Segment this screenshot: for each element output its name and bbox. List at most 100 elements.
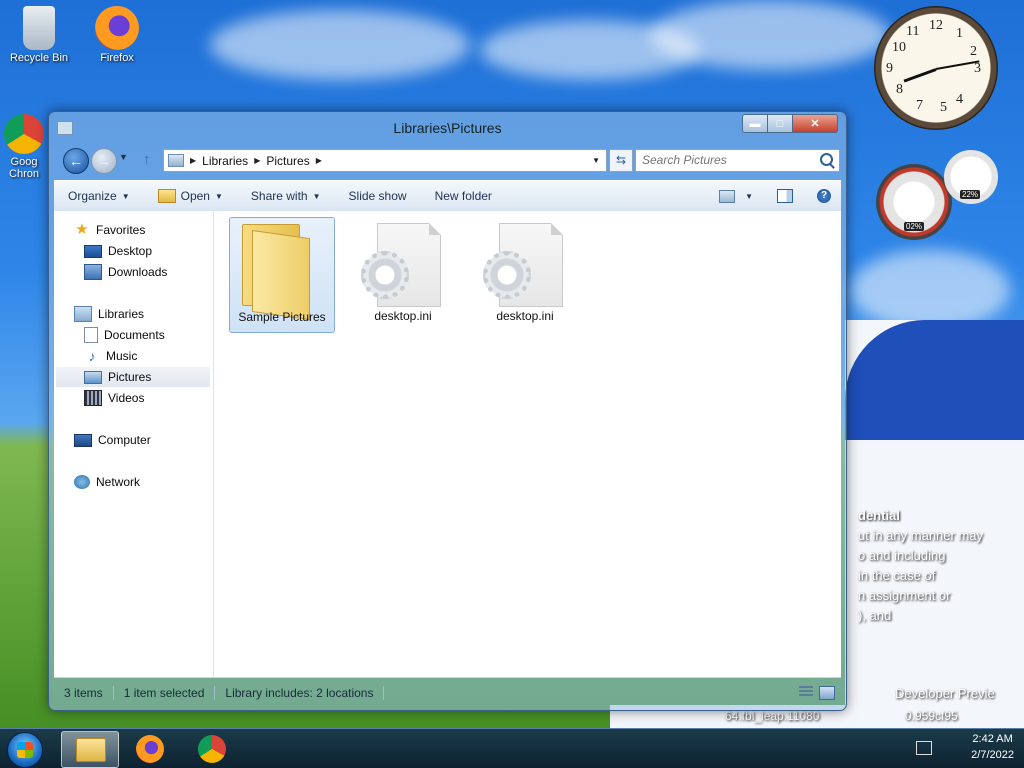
clock-number: 10 bbox=[892, 40, 906, 55]
clock-number: 7 bbox=[916, 98, 923, 113]
network-tray-icon[interactable] bbox=[916, 741, 932, 755]
desktop-icon-chrome[interactable]: Goog Chron bbox=[2, 114, 46, 180]
details-view-icon[interactable] bbox=[799, 686, 813, 698]
maximize-button[interactable]: □ bbox=[768, 114, 793, 133]
view-options-chevron-icon[interactable]: ▼ bbox=[745, 192, 753, 201]
file-item-sample-pictures[interactable]: Sample Pictures bbox=[229, 217, 335, 333]
system-clock[interactable]: 2:42 AM 2/7/2022 bbox=[971, 731, 1014, 763]
nav-item-downloads[interactable]: Downloads bbox=[84, 262, 167, 282]
nav-item-computer[interactable]: Computer bbox=[74, 430, 151, 450]
clock-gadget[interactable]: 12 1 2 3 4 5 6 7 8 9 10 11 bbox=[874, 6, 998, 130]
change-view-icon[interactable] bbox=[719, 189, 736, 203]
nav-item-network[interactable]: Network bbox=[74, 472, 140, 492]
folder-icon bbox=[76, 738, 106, 762]
build-watermark-line: 64.fbl_leap.11080 bbox=[725, 709, 820, 723]
libraries-icon bbox=[74, 306, 92, 322]
watermark-text: dential ut in any manner may o and inclu… bbox=[858, 506, 983, 626]
clock-number: 2 bbox=[970, 44, 977, 59]
desktop-icon-label: Firefox bbox=[100, 52, 134, 64]
breadcrumb-separator-icon[interactable]: ▶ bbox=[316, 156, 322, 165]
breadcrumb-pictures[interactable]: Pictures ▶ bbox=[266, 154, 322, 168]
taskbar-chrome[interactable] bbox=[184, 731, 240, 766]
nav-label: Downloads bbox=[108, 265, 168, 279]
cloud bbox=[210, 10, 470, 80]
breadcrumb-libraries[interactable]: Libraries ▶ bbox=[202, 154, 260, 168]
clock-number: 1 bbox=[956, 26, 963, 41]
organize-label: Organize bbox=[68, 189, 117, 203]
window-title: Libraries\Pictures bbox=[393, 120, 502, 136]
chevron-down-icon: ▼ bbox=[121, 191, 130, 201]
file-name: desktop.ini bbox=[496, 309, 554, 323]
new-folder-button[interactable]: New folder bbox=[421, 189, 506, 203]
file-item-desktop-ini[interactable]: desktop.ini bbox=[473, 217, 577, 331]
chevron-down-icon: ▼ bbox=[214, 191, 223, 201]
breadcrumb-separator-icon[interactable]: ▶ bbox=[190, 156, 196, 165]
taskbar-explorer[interactable] bbox=[61, 731, 119, 768]
forward-button[interactable]: → bbox=[91, 148, 117, 174]
gear-icon bbox=[361, 251, 409, 299]
share-with-menu[interactable]: Share with ▼ bbox=[237, 189, 335, 203]
refresh-button[interactable]: ⇆ bbox=[609, 149, 633, 172]
downloads-icon bbox=[84, 264, 102, 280]
pictures-icon bbox=[84, 370, 102, 384]
navigation-bar: ← → ▼ ↑ ▶ Libraries ▶ Pictures ▶ ▼ ⇆ bbox=[57, 146, 840, 174]
share-with-label: Share with bbox=[250, 189, 308, 203]
large-icons-view-icon[interactable] bbox=[819, 686, 835, 700]
selection-count: 1 item selected bbox=[114, 686, 216, 700]
minimize-button[interactable]: ▬ bbox=[742, 114, 768, 133]
build-watermark: Developer Previe bbox=[895, 686, 995, 701]
pictures-library-icon bbox=[168, 154, 184, 167]
address-history-dropdown[interactable]: ▼ bbox=[592, 156, 600, 165]
chrome-icon bbox=[198, 735, 226, 763]
network-icon bbox=[74, 475, 90, 489]
search-box bbox=[635, 149, 840, 172]
nav-label: Pictures bbox=[108, 370, 152, 384]
command-bar: Organize ▼ Open ▼ Share with ▼ Slide sho… bbox=[54, 180, 841, 212]
recent-pages-dropdown[interactable]: ▼ bbox=[119, 152, 128, 162]
close-button[interactable]: ✕ bbox=[793, 114, 838, 133]
file-name: desktop.ini bbox=[374, 309, 432, 323]
organize-menu[interactable]: Organize ▼ bbox=[54, 189, 144, 203]
gear-icon bbox=[483, 251, 531, 299]
help-icon[interactable]: ? bbox=[817, 189, 831, 203]
nav-item-desktop[interactable]: Desktop bbox=[84, 241, 152, 261]
star-icon: ★ bbox=[75, 221, 89, 238]
taskbar-firefox[interactable] bbox=[122, 731, 178, 766]
back-button[interactable]: ← bbox=[63, 148, 89, 174]
nav-item-videos[interactable]: Videos bbox=[84, 388, 144, 408]
search-icon[interactable] bbox=[820, 153, 833, 166]
status-bar: 3 items 1 item selected Library includes… bbox=[54, 681, 841, 705]
file-item-desktop-ini[interactable]: desktop.ini bbox=[351, 217, 455, 331]
open-label: Open bbox=[180, 189, 210, 203]
nav-item-documents[interactable]: Documents bbox=[84, 325, 165, 345]
desktop-icon-recycle-bin[interactable]: Recycle Bin bbox=[4, 6, 74, 64]
clock-number: 9 bbox=[886, 61, 893, 76]
desktop-icon-firefox[interactable]: Firefox bbox=[82, 6, 152, 64]
library-locations[interactable]: Library includes: 2 locations bbox=[215, 686, 385, 700]
cpu-meter-gadget[interactable]: 02% bbox=[876, 164, 952, 240]
start-button[interactable] bbox=[7, 732, 43, 768]
open-menu[interactable]: Open ▼ bbox=[144, 189, 237, 203]
cloud bbox=[850, 250, 1010, 330]
explorer-window: Libraries\Pictures ▬ □ ✕ ← → ▼ ↑ ▶ Libra… bbox=[48, 111, 847, 711]
watermark-line: o and including bbox=[858, 548, 946, 563]
breadcrumb-label: Libraries bbox=[202, 153, 249, 168]
watermark-line: dential bbox=[858, 508, 900, 523]
nav-item-libraries[interactable]: Libraries bbox=[74, 304, 144, 324]
memory-meter-gadget[interactable]: 22% bbox=[944, 150, 998, 204]
clock-number: 8 bbox=[896, 82, 903, 97]
up-button[interactable]: ↑ bbox=[143, 151, 151, 168]
chevron-down-icon: ▼ bbox=[312, 191, 321, 201]
nav-item-pictures[interactable]: Pictures bbox=[56, 367, 210, 387]
firefox-icon bbox=[136, 735, 164, 763]
nav-item-favorites[interactable]: ★ Favorites bbox=[74, 220, 145, 240]
title-bar[interactable]: Libraries\Pictures ▬ □ ✕ bbox=[49, 112, 846, 144]
nav-label: Computer bbox=[98, 433, 151, 447]
nav-item-music[interactable]: ♪ Music bbox=[84, 346, 138, 366]
address-bar[interactable]: ▶ Libraries ▶ Pictures ▶ ▼ bbox=[163, 149, 607, 172]
slide-show-button[interactable]: Slide show bbox=[335, 189, 421, 203]
preview-pane-icon[interactable] bbox=[777, 189, 793, 203]
item-count: 3 items bbox=[54, 686, 114, 700]
breadcrumb-separator-icon[interactable]: ▶ bbox=[254, 156, 260, 165]
search-input[interactable] bbox=[636, 150, 818, 169]
